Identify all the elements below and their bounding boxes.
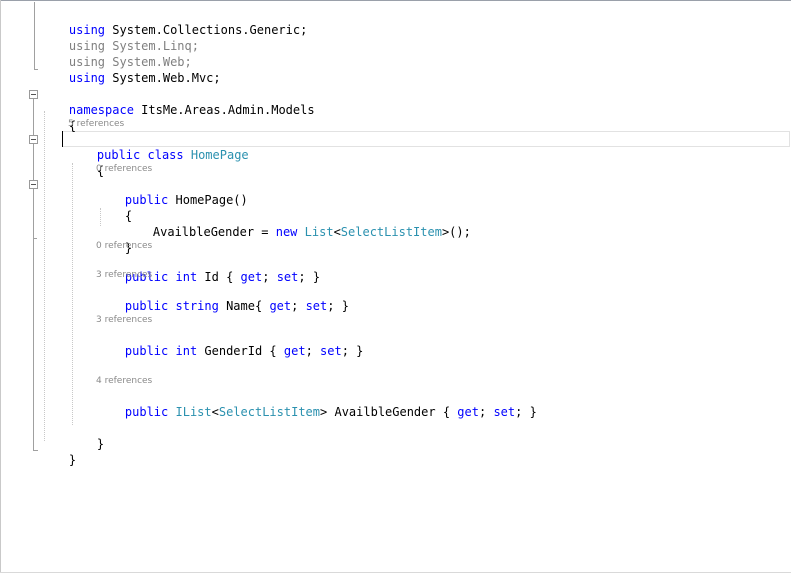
code-line[interactable]: using System.Web; [40, 38, 192, 69]
property-name: Name{ [218, 299, 270, 313]
punctuation: ; } [341, 344, 364, 358]
codelens-references[interactable]: 4 references [96, 375, 152, 387]
code-line[interactable]: } [40, 436, 76, 467]
punctuation: ; [305, 344, 321, 358]
class-name: HomePage [190, 148, 249, 162]
keyword: set [305, 299, 328, 313]
type-name: SelectListItem [218, 405, 321, 419]
outline-end-constructor [33, 238, 37, 239]
outline-line-namespace [33, 99, 34, 451]
collapse-class-icon[interactable] [29, 135, 38, 144]
code-line[interactable]: using System.Linq; [40, 22, 199, 53]
code-line[interactable]: using System.Collections.Generic; [40, 6, 307, 37]
namespace-name: ItsMe.Areas.Admin.Models [141, 103, 315, 117]
code-line[interactable]: } [96, 224, 132, 255]
keyword: new [275, 225, 298, 239]
indent-guide-namespace [44, 111, 45, 441]
code-line[interactable]: using System.Web.Mvc; [40, 54, 221, 85]
brace: } [96, 437, 105, 451]
code-line[interactable]: public int GenderId { get; set; } [96, 327, 364, 358]
code-line[interactable]: public IList<SelectListItem> AvailbleGen… [96, 388, 537, 419]
code-line[interactable]: public string Name{ get; set; } [96, 282, 349, 313]
code-line[interactable]: { [68, 147, 104, 178]
keyword: public [124, 344, 169, 358]
property-name: > AvailbleGender { [320, 405, 458, 419]
constructor-name: HomePage() [175, 193, 248, 207]
keyword: using [68, 71, 106, 85]
codelens-references[interactable]: 0 references [96, 163, 152, 175]
outline-line-usings [34, 2, 35, 70]
keyword: public [124, 405, 169, 419]
codelens-references[interactable]: 3 references [96, 269, 152, 281]
namespace-ref: System.Web.Mvc; [112, 71, 221, 85]
keyword: get [283, 344, 306, 358]
punctuation: < [333, 225, 341, 239]
codelens-references[interactable]: 0 references [96, 240, 152, 252]
punctuation: ; [291, 299, 306, 313]
punctuation: ; } [515, 405, 537, 419]
editor-left-border [0, 0, 1, 573]
type-name: IList [175, 405, 212, 419]
code-line[interactable]: { [96, 192, 132, 223]
outline-end-namespace [33, 450, 38, 451]
property-name: GenderId { [197, 344, 284, 358]
keyword: set [493, 405, 516, 419]
punctuation: ; [478, 405, 494, 419]
keyword: string [175, 299, 219, 313]
keyword: public [124, 299, 169, 313]
keyword: namespace [68, 103, 134, 117]
outline-line-constructor [33, 189, 34, 239]
type-name: List [304, 225, 334, 239]
code-line[interactable]: public HomePage() [96, 176, 248, 207]
keyword: get [269, 299, 292, 313]
outline-end-usings [34, 69, 38, 70]
assignment-target: AvailbleGender = [152, 225, 276, 239]
code-editor[interactable]: using System.Collections.Generic; using … [0, 0, 791, 573]
punctuation: ; } [327, 299, 349, 313]
collapse-constructor-icon[interactable] [29, 180, 38, 189]
keyword: int [175, 344, 198, 358]
editor-top-border [0, 0, 791, 1]
punctuation: < [211, 405, 219, 419]
keyword: get [457, 405, 479, 419]
type-name: SelectListItem [340, 225, 442, 239]
code-line[interactable]: public class HomePage [68, 131, 249, 162]
keyword: set [320, 344, 342, 358]
indent-guide-class [72, 163, 73, 425]
punctuation: >(); [441, 225, 471, 239]
code-line[interactable]: AvailbleGender = new List<SelectListItem… [124, 208, 471, 239]
brace: } [68, 453, 77, 467]
code-line[interactable]: namespace ItsMe.Areas.Admin.Models [40, 86, 315, 117]
keyword: class [147, 148, 184, 162]
code-line[interactable]: { [40, 102, 76, 133]
collapse-namespace-icon[interactable] [29, 90, 38, 99]
code-line[interactable]: } [68, 420, 104, 451]
code-line[interactable]: public int Id { get; set; } [96, 253, 320, 284]
codelens-references[interactable]: 3 references [96, 314, 152, 326]
codelens-references[interactable]: 5 references [68, 118, 124, 130]
